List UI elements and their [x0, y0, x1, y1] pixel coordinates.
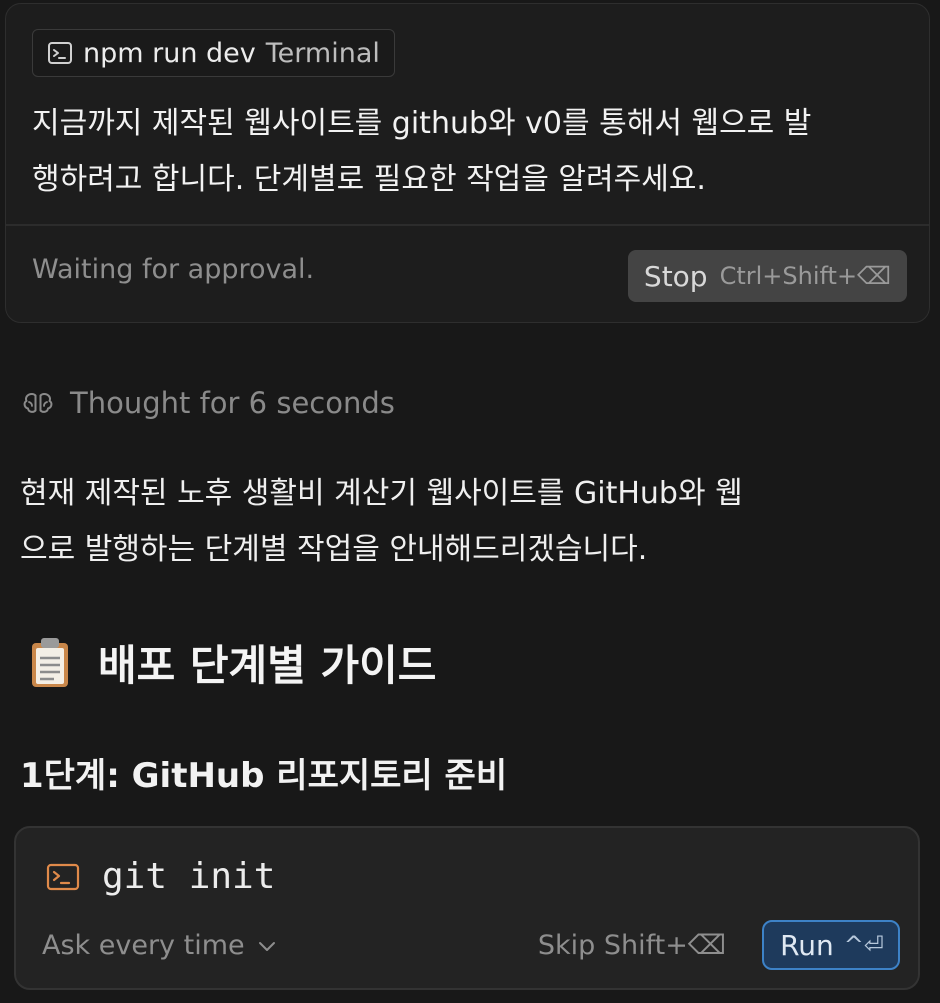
response-line: 현재 제작된 노후 생활비 계산기 웹사이트를 GitHub와 웹	[20, 476, 743, 511]
divider	[6, 224, 929, 226]
stop-shortcut: Ctrl+Shift+⌫	[719, 262, 891, 290]
queued-message-text: 지금까지 제작된 웹사이트를 github와 v0를 통해서 웹으로 발 행하려…	[32, 96, 912, 208]
thought-label: Thought for 6 seconds	[70, 386, 395, 420]
guide-heading-text: 배포 단계별 가이드	[98, 641, 437, 690]
stop-button[interactable]: Stop Ctrl+Shift+⌫	[627, 250, 907, 302]
run-mode-value: Ask every time	[42, 930, 245, 961]
response-intro: 현재 제작된 노후 생활비 계산기 웹사이트를 GitHub와 웹 으로 발행하…	[20, 466, 910, 578]
clipboard-icon	[28, 636, 72, 690]
command-line: git init	[46, 856, 275, 897]
approval-status: Waiting for approval.	[32, 254, 315, 285]
run-mode-select[interactable]: Ask every time	[42, 930, 277, 961]
guide-heading: 배포 단계별 가이드	[28, 632, 436, 693]
message-line: 행하려고 합니다. 단계별로 필요한 작업을 알려주세요.	[32, 162, 706, 197]
queued-message-card: npm run dev Terminal 지금까지 제작된 웹사이트를 gith…	[5, 3, 930, 323]
terminal-icon	[47, 40, 73, 66]
terminal-icon	[46, 862, 80, 892]
chip-kind: Terminal	[265, 37, 380, 69]
thought-toggle[interactable]: Thought for 6 seconds	[20, 385, 395, 421]
run-button[interactable]: Run ^⏎	[762, 920, 900, 970]
brain-icon	[20, 385, 56, 421]
command-text: git init	[102, 856, 276, 897]
stop-button-label: Stop	[643, 259, 708, 293]
skip-button[interactable]: Skip Shift+⌫	[538, 930, 726, 961]
terminal-context-chip[interactable]: npm run dev Terminal	[32, 29, 395, 77]
step-heading: 1단계: GitHub 리포지토리 준비	[20, 756, 508, 796]
chevron-down-icon	[257, 939, 277, 953]
chip-command: npm run dev	[83, 37, 256, 69]
run-button-label: Run	[780, 928, 834, 962]
command-card: git init Ask every time Skip Shift+⌫ Run…	[14, 826, 920, 990]
message-line: 지금까지 제작된 웹사이트를 github와 v0를 통해서 웹으로 발	[32, 106, 812, 141]
chat-panel: npm run dev Terminal 지금까지 제작된 웹사이트를 gith…	[0, 0, 940, 1003]
run-shortcut: ^⏎	[843, 931, 884, 959]
response-line: 으로 발행하는 단계별 작업을 안내해드리겠습니다.	[20, 532, 648, 567]
